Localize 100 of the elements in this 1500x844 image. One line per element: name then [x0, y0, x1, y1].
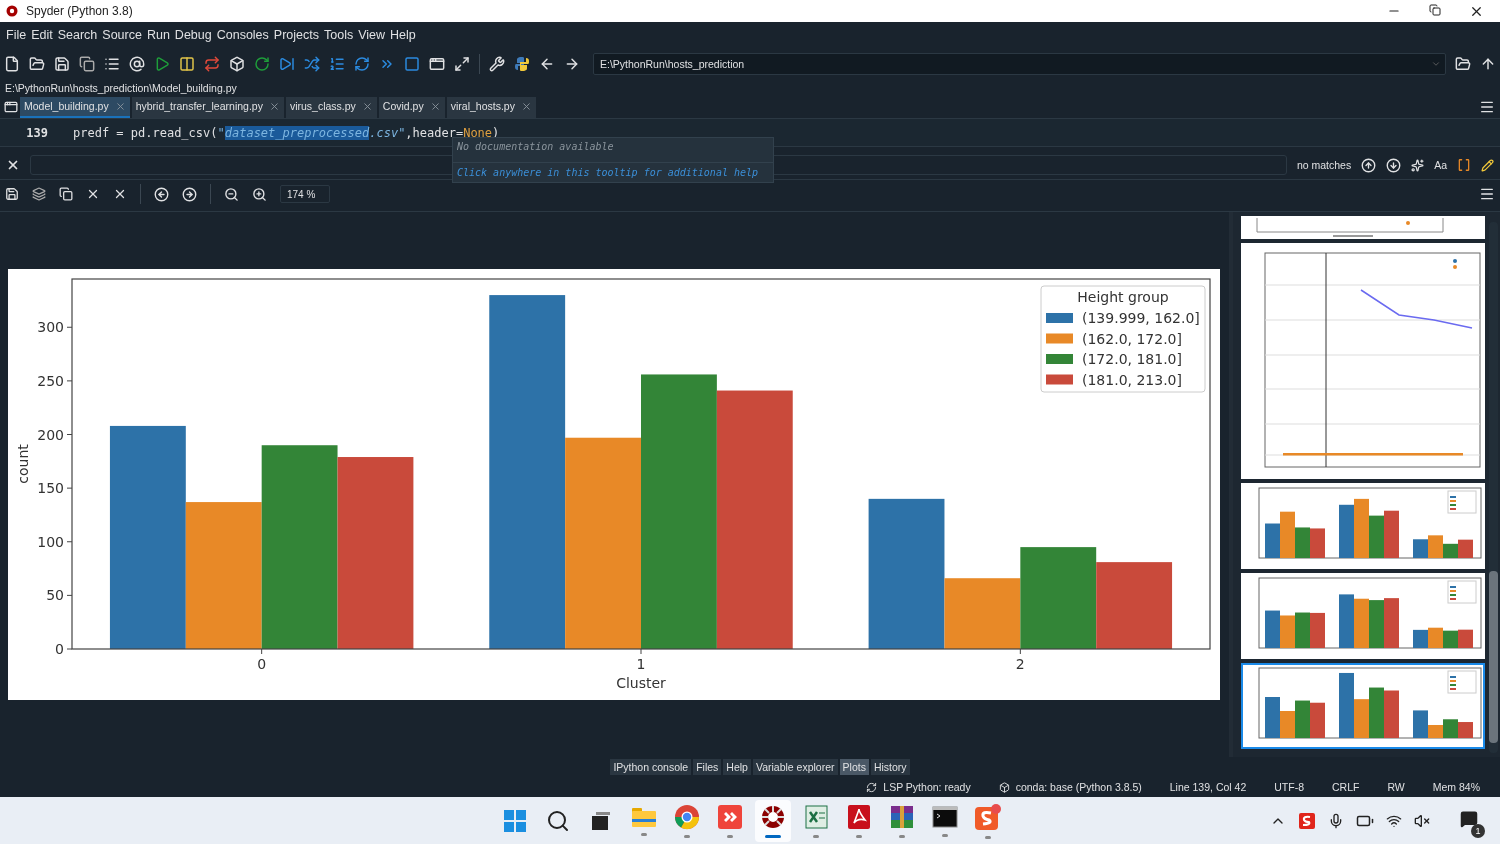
- scrollbar[interactable]: [1489, 222, 1498, 753]
- path-field[interactable]: E:\PythonRun\hosts_prediction: [593, 53, 1446, 75]
- pane-tab[interactable]: History: [870, 759, 910, 775]
- pane-tab[interactable]: Plots: [839, 759, 869, 775]
- y-tick-label: 300: [37, 319, 64, 336]
- pane-tab[interactable]: Variable explorer: [752, 759, 838, 775]
- legend-label: (162.0, 172.0]: [1082, 330, 1182, 347]
- search-icon[interactable]: [546, 808, 570, 833]
- menu-item[interactable]: Edit: [29, 26, 55, 44]
- tooltip-message: No documentation available: [456, 140, 615, 154]
- previous-match-icon[interactable]: [1361, 157, 1377, 173]
- app-logo-icon[interactable]: [1298, 811, 1316, 830]
- notification-icon[interactable]: [1460, 809, 1478, 828]
- legend-label: (181.0, 213.0]: [1082, 371, 1182, 388]
- file-tab[interactable]: hybrid_transfer_learning.py: [131, 96, 284, 118]
- conda-status: conda: base (Python 3.8.5): [1015, 781, 1142, 793]
- diamond-logo-icon[interactable]: [717, 803, 743, 830]
- match-status: no matches: [1296, 159, 1352, 171]
- window-icon[interactable]: [590, 809, 612, 832]
- file-tab[interactable]: virus_class.py: [285, 96, 377, 118]
- taskbar-app[interactable]: [755, 799, 791, 842]
- menu-item[interactable]: Source: [100, 26, 144, 44]
- notification-badge: 1: [1471, 823, 1485, 838]
- at-sign-icon[interactable]: [129, 56, 145, 72]
- previous-plot-icon[interactable]: [154, 186, 169, 202]
- pane-tab[interactable]: IPython console: [610, 759, 692, 775]
- bar: [1310, 612, 1325, 648]
- remove-all-icon[interactable]: [113, 187, 127, 201]
- menu-item[interactable]: Projects: [271, 26, 321, 44]
- cursor-position: Line 139, Col 42: [1169, 781, 1247, 793]
- save-icon[interactable]: [5, 187, 19, 201]
- bar: [1280, 615, 1295, 648]
- menu-item[interactable]: Consoles: [214, 26, 271, 44]
- archive-icon[interactable]: [889, 803, 915, 830]
- menu-item[interactable]: Help: [388, 26, 418, 44]
- copy-icon[interactable]: [59, 187, 73, 201]
- zoom-field[interactable]: 174 %: [280, 185, 330, 203]
- y-axis-label: count: [15, 444, 31, 484]
- microphone-icon[interactable]: [1328, 812, 1344, 829]
- folder-icon[interactable]: [631, 805, 657, 828]
- menu-item[interactable]: View: [356, 26, 388, 44]
- x-tick-label: 2: [1015, 656, 1025, 672]
- fullscreen-icon[interactable]: [454, 56, 470, 72]
- play-icon[interactable]: [154, 56, 170, 72]
- app-logo-icon[interactable]: [974, 802, 1002, 831]
- menu-item[interactable]: Run: [144, 26, 172, 44]
- next-match-icon[interactable]: [1386, 157, 1402, 173]
- bar: [1369, 600, 1384, 648]
- bar: [1443, 630, 1458, 648]
- zoom-in-icon[interactable]: [252, 186, 267, 202]
- restore-icon[interactable]: [1429, 3, 1441, 16]
- tooltip[interactable]: No documentation available Click anywhere in this tooltip for additional help: [452, 137, 774, 183]
- memory-usage: Mem 84%: [1432, 781, 1480, 793]
- menu-icon[interactable]: [1479, 186, 1495, 202]
- remove-icon[interactable]: [86, 187, 100, 201]
- open-folder-icon[interactable]: [1455, 56, 1471, 72]
- menu-icon[interactable]: [1479, 99, 1495, 115]
- y-tick-label: 100: [37, 533, 64, 550]
- file-tab[interactable]: Model_building.py: [20, 96, 130, 118]
- menu-item[interactable]: Tools: [322, 26, 356, 44]
- terminal-icon[interactable]: [932, 804, 958, 829]
- file-tab[interactable]: Covid.py: [378, 96, 445, 118]
- document-logo-icon[interactable]: [846, 803, 872, 830]
- bar: [1458, 539, 1473, 558]
- bar: [1354, 498, 1369, 558]
- open-folder-icon[interactable]: [29, 56, 45, 72]
- python-logo-icon[interactable]: [514, 56, 530, 72]
- stop-icon[interactable]: [404, 56, 420, 72]
- browse-tabs-icon[interactable]: [4, 100, 18, 114]
- wrench-icon[interactable]: [489, 56, 505, 72]
- scrollbar-thumb[interactable]: [1489, 571, 1498, 743]
- bar: [1428, 627, 1443, 648]
- new-file-icon[interactable]: [4, 56, 20, 72]
- next-plot-icon[interactable]: [182, 186, 197, 202]
- menu-item[interactable]: File: [4, 26, 29, 44]
- menu-item[interactable]: Debug: [172, 26, 214, 44]
- browser-icon[interactable]: [674, 803, 700, 830]
- close-icon[interactable]: [6, 158, 20, 172]
- pane-tab[interactable]: Files: [693, 759, 722, 775]
- tooltip-hint: Click anywhere in this tooltip for additional help: [453, 162, 773, 182]
- bar: [1458, 722, 1473, 738]
- list-icon[interactable]: [104, 56, 120, 72]
- save-icon[interactable]: [54, 56, 70, 72]
- case-sensitive-button[interactable]: Aa: [1434, 159, 1447, 171]
- pane-tab[interactable]: Help: [723, 759, 751, 775]
- file-tab[interactable]: viral_hosts.py: [446, 96, 536, 118]
- bar: [1339, 594, 1354, 648]
- rerun-icon[interactable]: [254, 56, 270, 72]
- bar: [1354, 598, 1369, 648]
- zoom-out-icon[interactable]: [224, 186, 239, 202]
- menu-item[interactable]: Search: [55, 26, 100, 44]
- bar: [1295, 612, 1310, 648]
- legend-title: Height group: [1077, 289, 1169, 305]
- bar: [1384, 690, 1399, 738]
- spreadsheet-icon[interactable]: [803, 803, 829, 830]
- bar: [1413, 539, 1428, 558]
- spider-logo-icon[interactable]: [760, 803, 786, 830]
- grid-logo-icon[interactable]: [503, 808, 527, 833]
- spider-logo-icon: [6, 5, 18, 17]
- muted-speaker-icon[interactable]: [1414, 812, 1430, 829]
